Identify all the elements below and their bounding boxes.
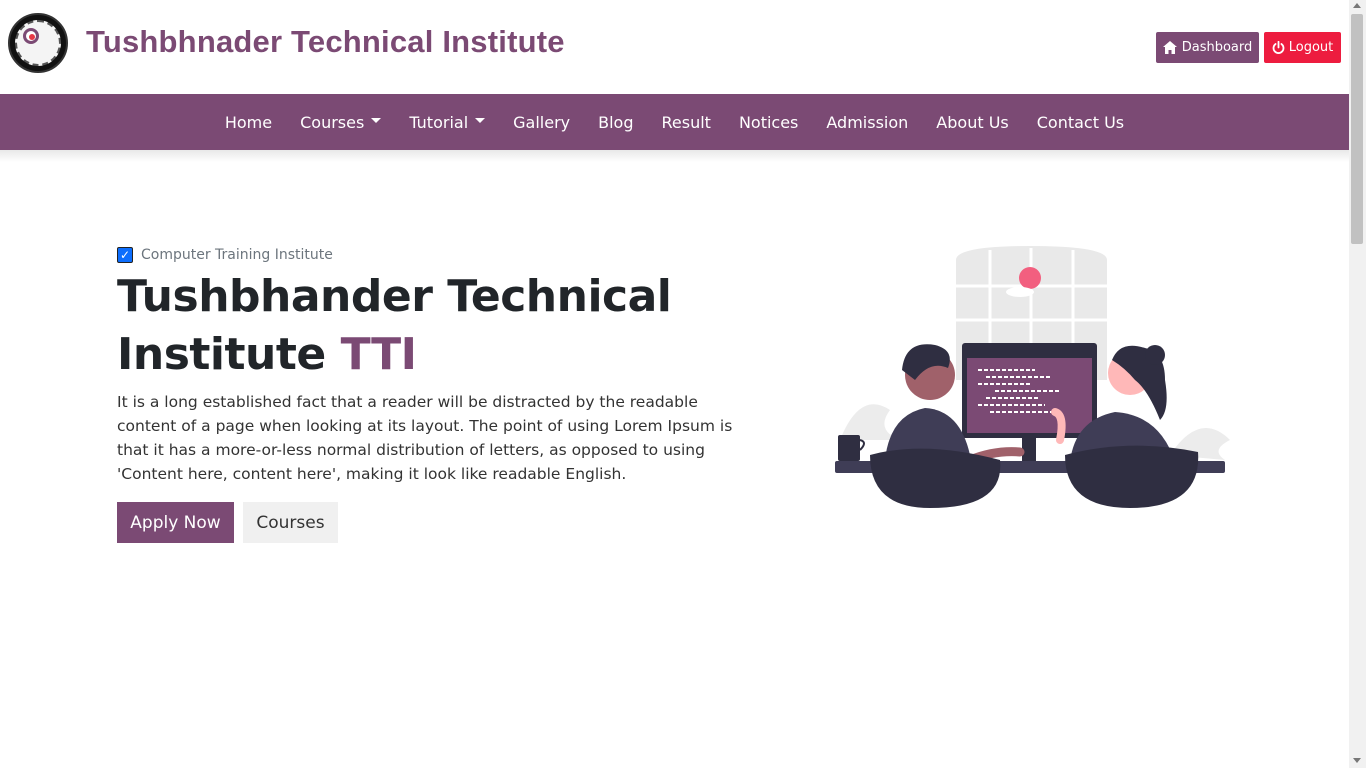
- courses-button[interactable]: Courses: [243, 502, 338, 543]
- logout-label: Logout: [1288, 40, 1334, 55]
- hero-description: It is a long established fact that a rea…: [117, 393, 733, 483]
- nav-label: Contact Us: [1036, 112, 1125, 132]
- scroll-up-arrow-icon[interactable]: [1353, 3, 1361, 8]
- nav-label: Result: [661, 112, 711, 132]
- top-header: Tushbhnader Technical Institute Dashboar…: [0, 0, 1349, 94]
- apply-now-button[interactable]: Apply Now: [117, 502, 234, 543]
- hero-tagline: ✓ Computer Training Institute: [117, 247, 333, 263]
- nav-admission[interactable]: Admission: [812, 113, 922, 132]
- nav-result[interactable]: Result: [648, 113, 725, 132]
- hero-title-accent: TTI: [340, 329, 417, 380]
- nav-notices[interactable]: Notices: [725, 113, 812, 132]
- logout-button[interactable]: Logout: [1264, 32, 1341, 63]
- dashboard-button[interactable]: Dashboard: [1156, 32, 1259, 63]
- tagline-text: Computer Training Institute: [141, 247, 333, 263]
- nav-label: Courses: [300, 112, 365, 132]
- nav-tutorial-dropdown[interactable]: Tutorial: [395, 113, 499, 132]
- hero-title: Tushbhander Technical Institute TTI: [117, 268, 757, 384]
- site-title[interactable]: Tushbhnader Technical Institute: [86, 24, 565, 60]
- nav-label: About Us: [936, 112, 1009, 132]
- power-icon: [1272, 41, 1285, 54]
- nav-label: Home: [224, 112, 273, 132]
- two-people-at-computer-illustration: [835, 246, 1230, 508]
- nav-label: Gallery: [513, 112, 571, 132]
- page-scrollbar[interactable]: [1349, 0, 1366, 768]
- nav-about-us[interactable]: About Us: [922, 113, 1022, 132]
- logo-dot: [29, 34, 35, 40]
- scroll-down-arrow-icon[interactable]: [1353, 758, 1361, 763]
- caret-down-icon: [475, 118, 486, 123]
- nav-label: Notices: [738, 112, 799, 132]
- scroll-thumb[interactable]: [1351, 14, 1363, 244]
- nav-shadow: [0, 150, 1349, 162]
- nav-gallery[interactable]: Gallery: [499, 113, 584, 132]
- nav-courses-dropdown[interactable]: Courses: [286, 113, 395, 132]
- main-navbar: Home Courses Tutorial Gallery Blog Resul…: [0, 94, 1349, 150]
- nav-home[interactable]: Home: [211, 113, 286, 132]
- institute-logo[interactable]: [8, 13, 68, 73]
- nav-contact-us[interactable]: Contact Us: [1023, 113, 1138, 132]
- nav-label: Admission: [826, 112, 909, 132]
- logo-ring: [15, 20, 61, 66]
- caret-down-icon: [371, 118, 382, 123]
- home-icon: [1162, 41, 1177, 54]
- nav-blog[interactable]: Blog: [584, 113, 647, 132]
- dashboard-label: Dashboard: [1181, 40, 1253, 55]
- nav-label: Tutorial: [409, 112, 469, 132]
- checkbox-icon: ✓: [117, 247, 133, 263]
- nav-label: Blog: [598, 112, 634, 132]
